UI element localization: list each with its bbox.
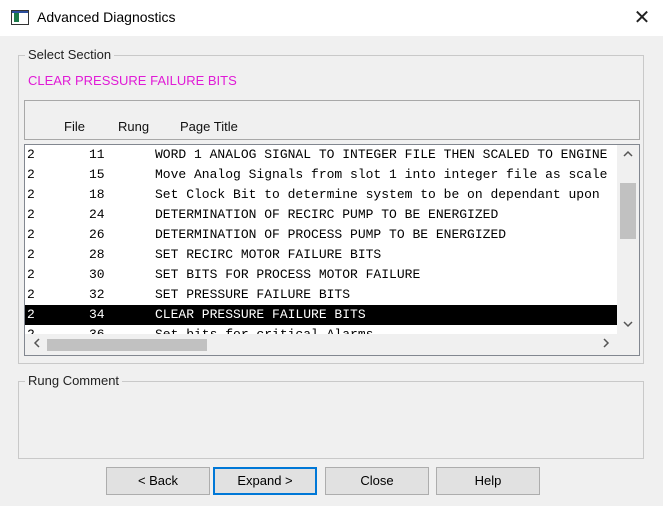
list-item-title: Set Clock Bit to determine system to be … <box>155 187 600 202</box>
list-item-file: 2 <box>27 147 35 162</box>
list-item-file: 2 <box>27 247 35 262</box>
list-item[interactable]: 2 28 SET RECIRC MOTOR FAILURE BITS <box>25 245 617 265</box>
back-button[interactable]: < Back <box>106 467 210 495</box>
rung-comment-group <box>18 381 644 459</box>
list-item[interactable]: 2 24 DETERMINATION OF RECIRC PUMP TO BE EN… <box>25 205 617 225</box>
list-header-bar <box>24 100 640 140</box>
list-item-title: SET PRESSURE FAILURE BITS <box>155 287 351 302</box>
list-item-file: 2 <box>27 207 35 222</box>
horizontal-scrollbar[interactable] <box>25 334 617 355</box>
list-item-title: Move Analog Signals from slot 1 into int… <box>155 167 608 182</box>
column-header-file[interactable]: File <box>64 119 85 134</box>
list-item[interactable]: 2 32 SET PRESSURE FAILURE BITS <box>25 285 617 305</box>
list-item-rung: 11 <box>89 147 105 162</box>
list-item-file: 2 <box>27 267 35 282</box>
title-bar: Advanced Diagnostics ✕ <box>0 0 663 36</box>
list-item[interactable]: 2 11 WORD 1 ANALOG SIGNAL TO INTEGER FILE … <box>25 145 617 165</box>
expand-button[interactable]: Expand > <box>213 467 317 495</box>
list-item-file: 2 <box>27 227 35 242</box>
scrollbar-corner <box>617 334 639 355</box>
list-item[interactable]: 2 15 Move Analog Signals from slot 1 into … <box>25 165 617 185</box>
window-title: Advanced Diagnostics <box>37 9 176 25</box>
scroll-up-icon[interactable] <box>620 146 636 162</box>
list-item-file: 2 <box>27 325 35 334</box>
horizontal-scroll-thumb[interactable] <box>47 339 207 351</box>
section-list-rows: 2 11 WORD 1 ANALOG SIGNAL TO INTEGER FILE … <box>25 145 617 334</box>
column-header-rung[interactable]: Rung <box>118 119 149 134</box>
list-item-rung: 28 <box>89 247 105 262</box>
list-item-title: SET RECIRC MOTOR FAILURE BITS <box>155 247 382 262</box>
list-item-file: 2 <box>27 167 35 182</box>
list-item-title: Set bits for critical Alarms <box>155 325 373 334</box>
list-item-title: SET BITS FOR PROCESS MOTOR FAILURE <box>155 267 421 282</box>
app-icon <box>11 10 29 25</box>
current-section-title: CLEAR PRESSURE FAILURE BITS <box>28 73 237 88</box>
list-item-rung: 26 <box>89 227 105 242</box>
vertical-scroll-thumb[interactable] <box>620 183 636 239</box>
list-item-file: 2 <box>27 287 35 302</box>
list-item-title: DETERMINATION OF RECIRC PUMP TO BE ENERG… <box>155 207 499 222</box>
close-window-button[interactable]: ✕ <box>625 4 659 32</box>
list-item-title: DETERMINATION OF PROCESS PUMP TO BE ENER… <box>155 227 507 242</box>
list-item-rung: 36 <box>89 325 105 334</box>
list-item-rung: 34 <box>89 307 105 322</box>
rung-comment-label: Rung Comment <box>25 373 123 388</box>
list-item-rung: 15 <box>89 167 105 182</box>
list-item-title: CLEAR PRESSURE FAILURE BITS <box>155 307 366 322</box>
list-item-title: WORD 1 ANALOG SIGNAL TO INTEGER FILE THE… <box>155 147 608 162</box>
help-button[interactable]: Help <box>436 467 540 495</box>
list-item[interactable]: 2 36 Set bits for critical Alarms <box>25 325 617 334</box>
list-item-rung: 24 <box>89 207 105 222</box>
list-item[interactable]: 2 18 Set Clock Bit to determine system to … <box>25 185 617 205</box>
scroll-right-icon[interactable] <box>599 337 613 353</box>
list-item[interactable]: 2 30 SET BITS FOR PROCESS MOTOR FAILURE <box>25 265 617 285</box>
close-button[interactable]: Close <box>325 467 429 495</box>
vertical-scrollbar[interactable] <box>617 145 639 334</box>
column-header-page-title[interactable]: Page Title <box>180 119 238 134</box>
list-item-file: 2 <box>27 187 35 202</box>
scroll-down-icon[interactable] <box>620 317 636 333</box>
list-item-rung: 32 <box>89 287 105 302</box>
list-item-file: 2 <box>27 307 35 322</box>
scroll-left-icon[interactable] <box>29 337 43 353</box>
list-item[interactable]: 2 26 DETERMINATION OF PROCESS PUMP TO BE E… <box>25 225 617 245</box>
section-list[interactable]: 2 11 WORD 1 ANALOG SIGNAL TO INTEGER FILE … <box>24 144 640 356</box>
list-item-rung: 18 <box>89 187 105 202</box>
select-section-label: Select Section <box>25 47 115 62</box>
list-item-rung: 30 <box>89 267 105 282</box>
list-item[interactable]: 2 34 CLEAR PRESSURE FAILURE BITS <box>25 305 617 325</box>
